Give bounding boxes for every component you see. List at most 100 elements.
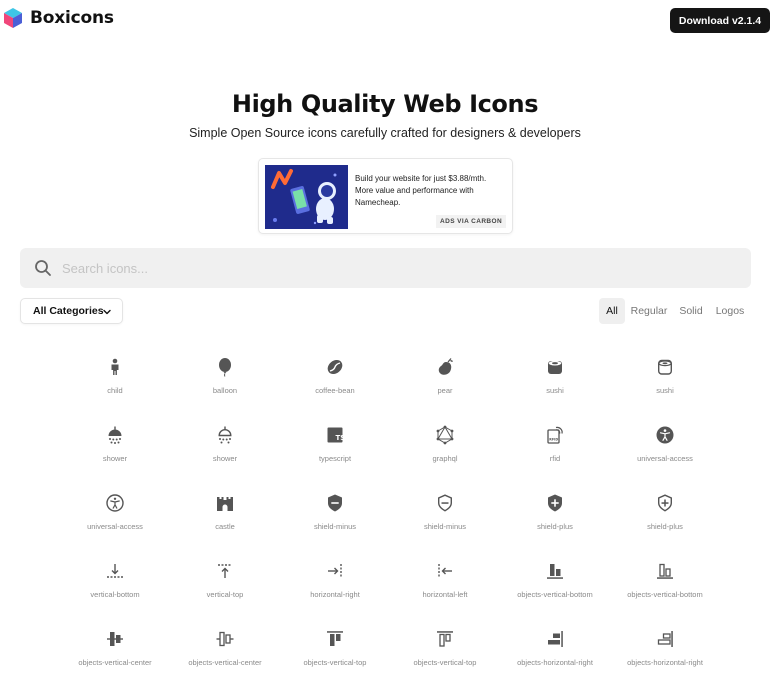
graphql-icon	[436, 425, 454, 445]
top-bar: Boxicons Download v2.1.4	[0, 0, 780, 40]
shield-minus-solid-icon	[328, 494, 342, 512]
icon-label: shield-minus	[423, 522, 467, 531]
icon-card[interactable]: shield-minus	[390, 481, 500, 549]
typescript-icon: TS	[327, 427, 346, 443]
bottom-fade	[0, 668, 780, 688]
icon-card[interactable]: child	[60, 345, 170, 413]
shield-minus-regular-icon	[438, 494, 452, 512]
icon-label: shield-minus	[313, 522, 357, 531]
icon-card[interactable]: shower	[170, 413, 280, 481]
icon-card[interactable]: objects-vertical-bottom	[500, 549, 610, 617]
shower-regular-icon	[218, 426, 232, 444]
objects-vertical-center-solid-icon	[107, 632, 123, 646]
icon-card[interactable]: sushi	[610, 345, 720, 413]
icon-label: child	[107, 386, 123, 395]
style-filter-tabs: All Regular Solid Logos	[0, 298, 780, 324]
horizontal-left-icon	[438, 564, 452, 578]
icon-label: pear	[437, 386, 453, 395]
icon-card[interactable]: TS typescript	[280, 413, 390, 481]
castle-icon	[217, 497, 233, 511]
icon-label: balloon	[212, 386, 238, 395]
icon-label: objects-horizontal-right	[627, 658, 703, 667]
icon-card[interactable]: horizontal-left	[390, 549, 500, 617]
objects-vertical-center-regular-icon	[216, 631, 234, 647]
icon-card[interactable]: shield-plus	[500, 481, 610, 549]
icon-label: universal-access	[637, 454, 693, 463]
icon-card[interactable]: pear	[390, 345, 500, 413]
icon-card[interactable]: shield-plus	[610, 481, 720, 549]
icon-label: universal-access	[87, 522, 143, 531]
icon-label: objects-vertical-top	[413, 658, 477, 667]
icon-label: rfid	[549, 454, 561, 463]
tab-regular[interactable]: Regular	[628, 298, 670, 324]
sushi-solid-icon	[548, 360, 562, 374]
ad-text[interactable]: Build your website for just $3.88/mth. M…	[355, 173, 505, 209]
icon-card[interactable]: castle	[170, 481, 280, 549]
boxicons-logo-icon	[4, 8, 22, 28]
page-subtitle: Simple Open Source icons carefully craft…	[189, 126, 581, 140]
tab-logos[interactable]: Logos	[712, 298, 748, 324]
svg-text:TS: TS	[336, 434, 346, 442]
icon-label: coffee-bean	[315, 386, 355, 395]
icon-card[interactable]: shield-minus	[280, 481, 390, 549]
icon-label: sushi	[656, 386, 674, 395]
ad-via-carbon[interactable]: ADS VIA CARBON	[436, 215, 507, 228]
icon-label: objects-vertical-center	[78, 658, 152, 667]
icon-card[interactable]: sushi	[500, 345, 610, 413]
icon-label: vertical-bottom	[90, 590, 140, 599]
icon-label: graphql	[432, 454, 458, 463]
search-bar[interactable]	[20, 248, 751, 288]
pear-icon	[438, 358, 453, 375]
balloon-icon	[219, 358, 231, 377]
shield-plus-regular-icon	[658, 494, 672, 512]
objects-vertical-top-regular-icon	[437, 631, 453, 647]
icon-label: castle	[215, 522, 235, 531]
ad-image[interactable]	[265, 165, 348, 229]
horizontal-right-icon	[328, 564, 342, 578]
namecheap-illustration-icon	[265, 165, 348, 229]
icon-label: objects-vertical-bottom	[627, 590, 703, 599]
icon-card[interactable]: RFID rfid	[500, 413, 610, 481]
icon-label: shower	[102, 454, 128, 463]
icon-label: shower	[212, 454, 238, 463]
objects-vertical-top-solid-icon	[327, 631, 343, 646]
objects-horizontal-right-solid-icon	[548, 631, 563, 647]
icon-label: objects-horizontal-right	[517, 658, 593, 667]
icon-label: horizontal-left	[422, 590, 468, 599]
icon-label: vertical-top	[206, 590, 244, 599]
svg-text:RFID: RFID	[549, 438, 558, 442]
icon-card[interactable]: shower	[60, 413, 170, 481]
search-input[interactable]	[62, 248, 742, 288]
download-button[interactable]: Download v2.1.4	[670, 8, 770, 33]
objects-horizontal-right-regular-icon	[657, 631, 673, 647]
vertical-bottom-icon	[107, 564, 123, 578]
page-title: High Quality Web Icons	[231, 90, 539, 118]
coffee-bean-icon	[327, 359, 343, 375]
icon-card[interactable]: vertical-top	[170, 549, 280, 617]
tab-solid[interactable]: Solid	[676, 298, 706, 324]
icon-label: shield-plus	[647, 522, 683, 531]
icon-card[interactable]: universal-access	[60, 481, 170, 549]
child-icon	[111, 358, 119, 375]
brand-logo[interactable]: Boxicons	[4, 8, 114, 28]
universal-access-solid-icon	[656, 426, 674, 444]
brand-name: Boxicons	[30, 8, 114, 28]
shower-solid-icon	[108, 426, 122, 444]
objects-vertical-bottom-regular-icon	[657, 563, 673, 579]
rfid-icon: RFID	[547, 426, 563, 444]
icon-label: objects-vertical-top	[303, 658, 367, 667]
objects-vertical-bottom-solid-icon	[547, 564, 563, 579]
icon-card[interactable]: balloon	[170, 345, 280, 413]
icon-label: shield-plus	[537, 522, 573, 531]
icon-card[interactable]: graphql	[390, 413, 500, 481]
icon-card[interactable]: coffee-bean	[280, 345, 390, 413]
icon-card[interactable]: universal-access	[610, 413, 720, 481]
icon-card[interactable]: vertical-bottom	[60, 549, 170, 617]
tab-all[interactable]: All	[599, 298, 625, 324]
icon-label: horizontal-right	[310, 590, 360, 599]
icon-label: typescript	[318, 454, 352, 463]
search-icon	[35, 260, 51, 276]
icon-card[interactable]: horizontal-right	[280, 549, 390, 617]
shield-plus-solid-icon	[548, 494, 562, 512]
icon-card[interactable]: objects-vertical-bottom	[610, 549, 720, 617]
